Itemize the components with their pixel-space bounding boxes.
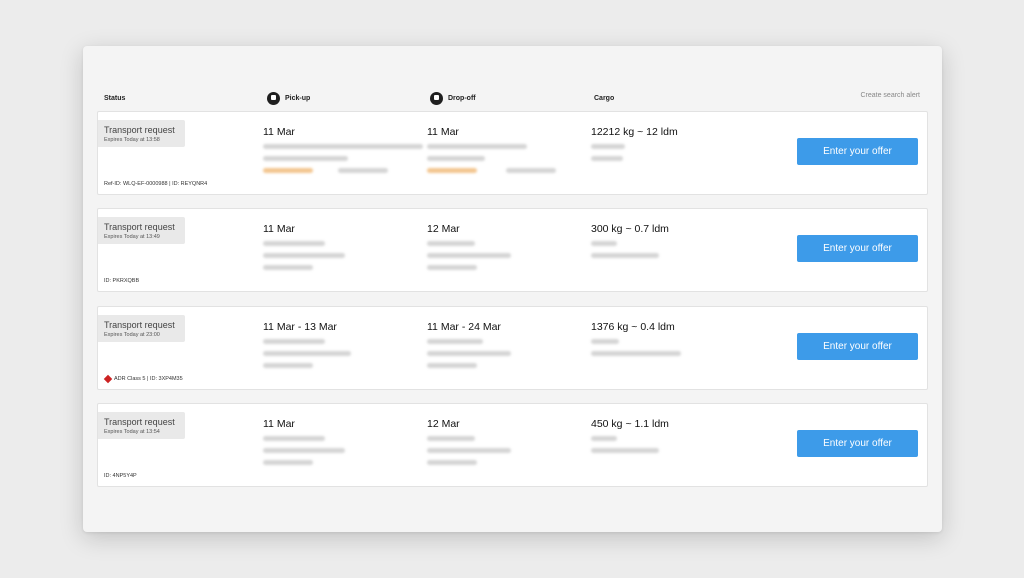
dropoff-time-redacted xyxy=(506,168,556,173)
dropoff-detail-redacted xyxy=(427,351,511,356)
enter-offer-button[interactable]: Enter your offer xyxy=(797,235,918,262)
dropoff-pin-icon xyxy=(430,91,443,105)
reference-id: ADR Class 5 | ID: 3XP4M35 xyxy=(103,374,183,384)
pickup-detail-redacted xyxy=(263,351,351,356)
transport-request-card[interactable]: Transport request Expires Today at 13:49… xyxy=(97,208,928,292)
pickup-date: 11 Mar xyxy=(263,418,295,430)
dropoff-time-redacted xyxy=(427,460,477,465)
dropoff-date: 12 Mar xyxy=(427,418,460,430)
cargo-type-redacted xyxy=(591,156,623,161)
enter-offer-button[interactable]: Enter your offer xyxy=(797,333,918,360)
adr-hazard-icon xyxy=(103,374,113,384)
header-status-label: Status xyxy=(104,94,126,102)
status-title: Transport request xyxy=(104,125,175,135)
status-expiry: Expires Today at 13:49 xyxy=(104,234,160,240)
pickup-time-redacted xyxy=(263,265,313,270)
enter-offer-button[interactable]: Enter your offer xyxy=(797,138,918,165)
enter-offer-button[interactable]: Enter your offer xyxy=(797,430,918,457)
cargo-summary: 1376 kg ~ 0.4 ldm xyxy=(591,321,675,333)
header-cargo: Cargo xyxy=(594,88,614,108)
reference-id: ID: PKRXQBB xyxy=(104,278,139,284)
reference-id-text: ID: 4NP5Y4P xyxy=(104,473,137,479)
dropoff-date: 12 Mar xyxy=(427,223,460,235)
header-dropoff-label: Drop-off xyxy=(448,94,476,102)
create-search-alert-link[interactable]: Create search alert xyxy=(860,88,920,102)
pickup-address-redacted xyxy=(263,339,325,344)
status-badge: Transport request Expires Today at 13:54 xyxy=(98,412,185,439)
pickup-detail-redacted xyxy=(263,448,345,453)
reference-id-text: ID: PKRXQBB xyxy=(104,278,140,284)
status-badge: Transport request Expires Today at 13:58 xyxy=(98,120,185,147)
transport-request-card[interactable]: Transport request Expires Today at 13:58… xyxy=(97,111,928,195)
pickup-pin-icon xyxy=(267,91,280,105)
status-badge: Transport request Expires Today at 13:49 xyxy=(98,217,185,244)
dropoff-time-redacted xyxy=(427,363,477,368)
header-cargo-label: Cargo xyxy=(594,94,615,102)
dropoff-address-redacted xyxy=(427,144,527,149)
cargo-type-redacted xyxy=(591,448,659,453)
pickup-address-redacted xyxy=(263,241,325,246)
pickup-date: 11 Mar xyxy=(263,223,295,235)
cargo-summary: 12212 kg ~ 12 ldm xyxy=(591,126,678,138)
reference-id-text: ADR Class 5 | ID: 3XP4M35 xyxy=(114,376,183,382)
pickup-date: 11 Mar xyxy=(263,126,295,138)
pickup-date: 11 Mar - 13 Mar xyxy=(263,321,337,333)
dropoff-address-redacted xyxy=(427,241,475,246)
dropoff-detail-redacted xyxy=(427,156,485,161)
cargo-detail-redacted xyxy=(591,144,625,149)
dropoff-detail-redacted xyxy=(427,448,511,453)
header-dropoff: Drop-off xyxy=(430,88,476,108)
pickup-detail-redacted xyxy=(263,156,348,161)
pickup-window-redacted xyxy=(263,168,313,173)
header-pickup: Pick-up xyxy=(267,88,310,108)
pickup-time-redacted xyxy=(263,363,313,368)
pickup-address-redacted xyxy=(263,144,423,149)
status-badge: Transport request Expires Today at 23:00 xyxy=(98,315,185,342)
app-window: Status Pick-up Drop-off Cargo Create sea… xyxy=(83,46,942,532)
header-status: Status xyxy=(104,88,125,108)
transport-request-card[interactable]: Transport request Expires Today at 13:54… xyxy=(97,403,928,487)
transport-request-card[interactable]: Transport request Expires Today at 23:00… xyxy=(97,306,928,390)
status-expiry: Expires Today at 23:00 xyxy=(104,332,160,338)
cargo-detail-redacted xyxy=(591,436,617,441)
dropoff-date: 11 Mar - 24 Mar xyxy=(427,321,501,333)
pickup-address-redacted xyxy=(263,436,325,441)
pickup-time-redacted xyxy=(338,168,388,173)
reference-id: ID: 4NP5Y4P xyxy=(104,473,137,479)
cargo-type-redacted xyxy=(591,351,681,356)
table-header: Status Pick-up Drop-off Cargo Create sea… xyxy=(83,88,942,108)
dropoff-detail-redacted xyxy=(427,253,511,258)
cargo-summary: 450 kg ~ 1.1 ldm xyxy=(591,418,669,430)
dropoff-time-redacted xyxy=(427,265,477,270)
reference-id-text: Ref-ID: WLQ-EF-0000988 | ID: REYQNR4 xyxy=(104,181,208,187)
cargo-type-redacted xyxy=(591,253,659,258)
status-expiry: Expires Today at 13:54 xyxy=(104,429,160,435)
cargo-summary: 300 kg ~ 0.7 ldm xyxy=(591,223,669,235)
cargo-detail-redacted xyxy=(591,241,617,246)
status-title: Transport request xyxy=(104,222,175,232)
dropoff-address-redacted xyxy=(427,436,475,441)
dropoff-address-redacted xyxy=(427,339,483,344)
pickup-detail-redacted xyxy=(263,253,345,258)
status-expiry: Expires Today at 13:58 xyxy=(104,137,160,143)
header-pickup-label: Pick-up xyxy=(285,94,311,102)
status-title: Transport request xyxy=(104,320,175,330)
dropoff-window-redacted xyxy=(427,168,477,173)
status-title: Transport request xyxy=(104,417,175,427)
cargo-detail-redacted xyxy=(591,339,619,344)
pickup-time-redacted xyxy=(263,460,313,465)
dropoff-date: 11 Mar xyxy=(427,126,459,138)
reference-id: Ref-ID: WLQ-EF-0000988 | ID: REYQNR4 xyxy=(104,181,207,187)
